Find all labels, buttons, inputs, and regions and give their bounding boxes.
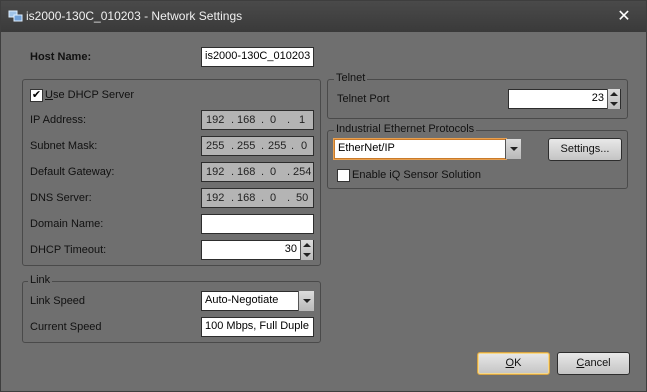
telnet-port-label: Telnet Port (337, 93, 390, 105)
telnet-group-title: Telnet (334, 72, 368, 84)
current-speed-label: Current Speed (30, 321, 102, 333)
ip-address-field[interactable]: 192 . 168 . 0 . 1 (201, 110, 314, 130)
mask-octet-4: 0 (301, 140, 308, 152)
dhcp-timeout-label: DHCP Timeout: (30, 244, 107, 256)
ok-mnemonic: O (505, 357, 515, 369)
cancel-label-rest: ancel (584, 357, 611, 369)
gateway-octet-4: 254 (293, 166, 312, 178)
use-dhcp-label: Use DHCP Server (45, 89, 134, 101)
mask-dot: . (261, 140, 265, 152)
cancel-button[interactable]: Cancel (557, 352, 630, 375)
mask-octet-1: 255 (206, 140, 225, 152)
ip-dot: . (231, 114, 235, 126)
ip-dot: . (287, 114, 291, 126)
use-dhcp-mnemonic: U (45, 89, 53, 101)
chevron-down-icon[interactable] (505, 139, 521, 159)
link-speed-label: Link Speed (30, 295, 86, 307)
dns-octet-3: 0 (270, 192, 277, 204)
dns-dot: . (287, 192, 291, 204)
ok-label-rest: K (514, 357, 522, 369)
protocol-settings-button[interactable]: Settings... (548, 138, 622, 161)
domain-name-label: Domain Name: (30, 218, 104, 230)
gateway-octet-3: 0 (270, 166, 277, 178)
ip-address-label: IP Address: (30, 114, 87, 126)
dns-dot: . (231, 192, 235, 204)
link-group-title: Link (28, 274, 53, 286)
subnet-mask-field[interactable]: 255 . 255 . 255 . 0 (201, 136, 314, 156)
use-dhcp-checkbox[interactable]: ✔ (30, 89, 43, 102)
ip-octet-4: 1 (299, 114, 306, 126)
dns-octet-1: 192 (206, 192, 225, 204)
use-dhcp-label-rest: se DHCP Server (52, 89, 135, 101)
dhcp-timeout-spinner[interactable] (300, 240, 313, 260)
gateway-octet-1: 192 (206, 166, 225, 178)
ip-octet-2: 168 (237, 114, 256, 126)
domain-name-input[interactable] (201, 214, 314, 234)
mask-dot: . (231, 140, 235, 152)
close-icon[interactable]: ✕ (614, 7, 634, 27)
default-gateway-label: Default Gateway: (30, 166, 115, 178)
title-bar[interactable]: is2000-130C_010203 - Network Settings ✕ (1, 1, 646, 32)
gateway-dot: . (231, 166, 235, 178)
gateway-octet-2: 168 (237, 166, 256, 178)
enable-iq-label: Enable iQ Sensor Solution (352, 169, 482, 181)
dns-server-label: DNS Server: (30, 192, 92, 204)
default-gateway-field[interactable]: 192 . 168 . 0 . 254 (201, 162, 314, 182)
dns-server-field[interactable]: 192 . 168 . 0 . 50 (201, 188, 314, 208)
chevron-down-icon[interactable] (298, 291, 314, 311)
spin-down-icon[interactable] (610, 102, 618, 106)
ip-dot: . (261, 114, 265, 126)
dhcp-timeout-input[interactable]: 30 (201, 240, 314, 260)
spin-up-icon[interactable] (610, 92, 618, 96)
mask-octet-3: 255 (268, 140, 287, 152)
dns-octet-2: 168 (237, 192, 256, 204)
mask-dot: . (291, 140, 295, 152)
dns-dot: . (261, 192, 265, 204)
window-title: is2000-130C_010203 - Network Settings (26, 9, 243, 23)
network-app-icon (8, 10, 23, 22)
host-name-label: Host Name: (30, 51, 92, 63)
industrial-protocols-group-title: Industrial Ethernet Protocols (334, 123, 477, 135)
enable-iq-checkbox[interactable] (337, 169, 350, 182)
subnet-mask-label: Subnet Mask: (30, 140, 98, 152)
ip-octet-3: 0 (270, 114, 277, 126)
telnet-port-input[interactable]: 23 (508, 89, 621, 109)
spin-down-icon[interactable] (303, 253, 311, 257)
spin-up-icon[interactable] (303, 243, 311, 247)
dns-octet-4: 50 (296, 192, 309, 204)
network-settings-dialog: is2000-130C_010203 - Network Settings ✕ … (0, 0, 647, 392)
ok-button[interactable]: OK (477, 352, 550, 375)
telnet-port-spinner[interactable] (607, 89, 620, 109)
mask-octet-2: 255 (237, 140, 256, 152)
host-name-input[interactable]: is2000-130C_010203 (201, 47, 314, 67)
current-speed-field: 100 Mbps, Full Duple (201, 317, 314, 337)
gateway-dot: . (287, 166, 291, 178)
ip-octet-1: 192 (206, 114, 225, 126)
protocol-select[interactable]: EtherNet/IP (334, 139, 506, 159)
gateway-dot: . (261, 166, 265, 178)
